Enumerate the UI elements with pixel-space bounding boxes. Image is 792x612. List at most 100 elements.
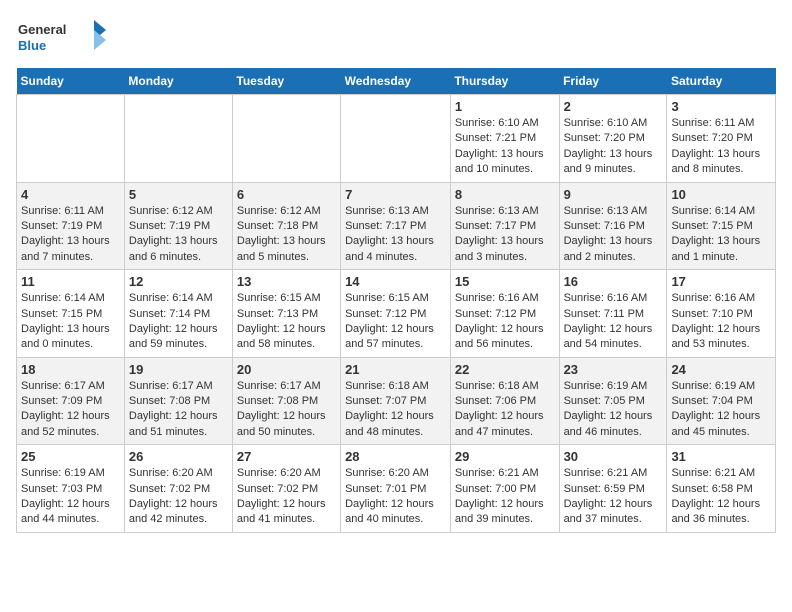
- day-cell: 7 Sunrise: 6:13 AM Sunset: 7:17 PM Daylig…: [341, 182, 451, 270]
- day-info: Sunrise: 6:12 AM Sunset: 7:18 PM Dayligh…: [237, 204, 336, 266]
- header-row: SundayMondayTuesdayWednesdayThursdayFrid…: [17, 68, 776, 95]
- day-cell: 12Sunrise: 6:14 AM Sunset: 7:14 PM Dayli…: [124, 270, 232, 358]
- day-number: 27: [237, 449, 336, 464]
- day-cell: 25 Sunrise: 6:19 AM Sunset: 7:03 PM Dayli…: [17, 445, 125, 533]
- day-info: Sunrise: 6:17 AM Sunset: 7:09 PM Dayligh…: [21, 379, 120, 441]
- day-cell: 21 Sunrise: 6:18 AM Sunset: 7:07 PM Dayli…: [341, 357, 451, 445]
- day-info: Sunrise: 6:20 AM Sunset: 7:02 PM Dayligh…: [129, 466, 228, 528]
- day-info: Sunrise: 6:15 AM Sunset: 7:12 PM Dayligh…: [345, 291, 446, 353]
- week-row-1: 1 Sunrise: 6:10 AM Sunset: 7:21 PM Daylig…: [17, 95, 776, 183]
- day-cell: 1 Sunrise: 6:10 AM Sunset: 7:21 PM Daylig…: [450, 95, 559, 183]
- day-info: Sunrise: 6:11 AM Sunset: 7:20 PM Dayligh…: [671, 116, 771, 178]
- day-info: Sunrise: 6:11 AM Sunset: 7:19 PM Dayligh…: [21, 204, 120, 266]
- day-cell: 3 Sunrise: 6:11 AM Sunset: 7:20 PM Daylig…: [667, 95, 776, 183]
- day-cell: 20 Sunrise: 6:17 AM Sunset: 7:08 PM Dayli…: [232, 357, 340, 445]
- day-cell: 17Sunrise: 6:16 AM Sunset: 7:10 PM Dayli…: [667, 270, 776, 358]
- day-cell: 14 Sunrise: 6:15 AM Sunset: 7:12 PM Dayli…: [341, 270, 451, 358]
- day-info: Sunrise: 6:17 AM Sunset: 7:08 PM Dayligh…: [237, 379, 336, 441]
- day-cell: 23Sunrise: 6:19 AM Sunset: 7:05 PM Dayli…: [559, 357, 667, 445]
- day-cell: 22Sunrise: 6:18 AM Sunset: 7:06 PM Dayli…: [450, 357, 559, 445]
- day-number: 3: [671, 99, 771, 114]
- day-number: 15: [455, 274, 555, 289]
- day-info: Sunrise: 6:21 AM Sunset: 6:58 PM Dayligh…: [671, 466, 771, 528]
- day-info: Sunrise: 6:16 AM Sunset: 7:10 PM Dayligh…: [671, 291, 771, 353]
- day-cell: 27 Sunrise: 6:20 AM Sunset: 7:02 PM Dayli…: [232, 445, 340, 533]
- header-cell-thursday: Thursday: [450, 68, 559, 95]
- header-cell-wednesday: Wednesday: [341, 68, 451, 95]
- day-info: Sunrise: 6:10 AM Sunset: 7:21 PM Dayligh…: [455, 116, 555, 178]
- day-cell: 31 Sunrise: 6:21 AM Sunset: 6:58 PM Dayli…: [667, 445, 776, 533]
- day-info: Sunrise: 6:10 AM Sunset: 7:20 PM Dayligh…: [564, 116, 663, 178]
- day-number: 1: [455, 99, 555, 114]
- day-info: Sunrise: 6:15 AM Sunset: 7:13 PM Dayligh…: [237, 291, 336, 353]
- day-number: 19: [129, 362, 228, 377]
- day-number: 16: [564, 274, 663, 289]
- week-row-4: 18 Sunrise: 6:17 AM Sunset: 7:09 PM Dayli…: [17, 357, 776, 445]
- week-row-5: 25 Sunrise: 6:19 AM Sunset: 7:03 PM Dayli…: [17, 445, 776, 533]
- day-info: Sunrise: 6:16 AM Sunset: 7:11 PM Dayligh…: [564, 291, 663, 353]
- day-number: 22: [455, 362, 555, 377]
- day-cell: 8 Sunrise: 6:13 AM Sunset: 7:17 PM Daylig…: [450, 182, 559, 270]
- day-cell: 18 Sunrise: 6:17 AM Sunset: 7:09 PM Dayli…: [17, 357, 125, 445]
- day-number: 4: [21, 187, 120, 202]
- day-cell: [341, 95, 451, 183]
- day-cell: [232, 95, 340, 183]
- svg-text:General: General: [18, 22, 66, 37]
- day-number: 8: [455, 187, 555, 202]
- svg-text:Blue: Blue: [18, 38, 46, 53]
- day-number: 20: [237, 362, 336, 377]
- day-info: Sunrise: 6:18 AM Sunset: 7:07 PM Dayligh…: [345, 379, 446, 441]
- day-number: 28: [345, 449, 446, 464]
- day-cell: 15Sunrise: 6:16 AM Sunset: 7:12 PM Dayli…: [450, 270, 559, 358]
- day-info: Sunrise: 6:20 AM Sunset: 7:02 PM Dayligh…: [237, 466, 336, 528]
- day-cell: [17, 95, 125, 183]
- day-number: 5: [129, 187, 228, 202]
- day-info: Sunrise: 6:20 AM Sunset: 7:01 PM Dayligh…: [345, 466, 446, 528]
- day-number: 29: [455, 449, 555, 464]
- day-number: 2: [564, 99, 663, 114]
- day-number: 21: [345, 362, 446, 377]
- day-cell: 19Sunrise: 6:17 AM Sunset: 7:08 PM Dayli…: [124, 357, 232, 445]
- day-number: 31: [671, 449, 771, 464]
- day-number: 14: [345, 274, 446, 289]
- day-number: 10: [671, 187, 771, 202]
- day-info: Sunrise: 6:21 AM Sunset: 6:59 PM Dayligh…: [564, 466, 663, 528]
- day-number: 12: [129, 274, 228, 289]
- day-number: 30: [564, 449, 663, 464]
- day-info: Sunrise: 6:14 AM Sunset: 7:15 PM Dayligh…: [671, 204, 771, 266]
- day-info: Sunrise: 6:19 AM Sunset: 7:03 PM Dayligh…: [21, 466, 120, 528]
- header-cell-monday: Monday: [124, 68, 232, 95]
- day-number: 24: [671, 362, 771, 377]
- day-cell: 10 Sunrise: 6:14 AM Sunset: 7:15 PM Dayli…: [667, 182, 776, 270]
- day-number: 23: [564, 362, 663, 377]
- logo: General Blue: [16, 16, 116, 60]
- header-cell-saturday: Saturday: [667, 68, 776, 95]
- day-number: 7: [345, 187, 446, 202]
- day-cell: 28 Sunrise: 6:20 AM Sunset: 7:01 PM Dayli…: [341, 445, 451, 533]
- day-info: Sunrise: 6:14 AM Sunset: 7:15 PM Dayligh…: [21, 291, 120, 353]
- header-cell-tuesday: Tuesday: [232, 68, 340, 95]
- day-number: 6: [237, 187, 336, 202]
- day-number: 11: [21, 274, 120, 289]
- week-row-2: 4 Sunrise: 6:11 AM Sunset: 7:19 PM Daylig…: [17, 182, 776, 270]
- day-number: 26: [129, 449, 228, 464]
- calendar-table: SundayMondayTuesdayWednesdayThursdayFrid…: [16, 68, 776, 533]
- day-number: 18: [21, 362, 120, 377]
- day-cell: 4 Sunrise: 6:11 AM Sunset: 7:19 PM Daylig…: [17, 182, 125, 270]
- header-cell-friday: Friday: [559, 68, 667, 95]
- day-info: Sunrise: 6:19 AM Sunset: 7:04 PM Dayligh…: [671, 379, 771, 441]
- day-cell: 9 Sunrise: 6:13 AM Sunset: 7:16 PM Daylig…: [559, 182, 667, 270]
- day-info: Sunrise: 6:13 AM Sunset: 7:17 PM Dayligh…: [455, 204, 555, 266]
- day-number: 9: [564, 187, 663, 202]
- day-info: Sunrise: 6:13 AM Sunset: 7:17 PM Dayligh…: [345, 204, 446, 266]
- logo-svg: General Blue: [16, 16, 116, 60]
- day-info: Sunrise: 6:13 AM Sunset: 7:16 PM Dayligh…: [564, 204, 663, 266]
- day-cell: 2 Sunrise: 6:10 AM Sunset: 7:20 PM Daylig…: [559, 95, 667, 183]
- day-info: Sunrise: 6:21 AM Sunset: 7:00 PM Dayligh…: [455, 466, 555, 528]
- week-row-3: 11 Sunrise: 6:14 AM Sunset: 7:15 PM Dayli…: [17, 270, 776, 358]
- day-info: Sunrise: 6:12 AM Sunset: 7:19 PM Dayligh…: [129, 204, 228, 266]
- day-cell: 26 Sunrise: 6:20 AM Sunset: 7:02 PM Dayli…: [124, 445, 232, 533]
- day-cell: 30 Sunrise: 6:21 AM Sunset: 6:59 PM Dayli…: [559, 445, 667, 533]
- day-number: 25: [21, 449, 120, 464]
- day-cell: 16 Sunrise: 6:16 AM Sunset: 7:11 PM Dayli…: [559, 270, 667, 358]
